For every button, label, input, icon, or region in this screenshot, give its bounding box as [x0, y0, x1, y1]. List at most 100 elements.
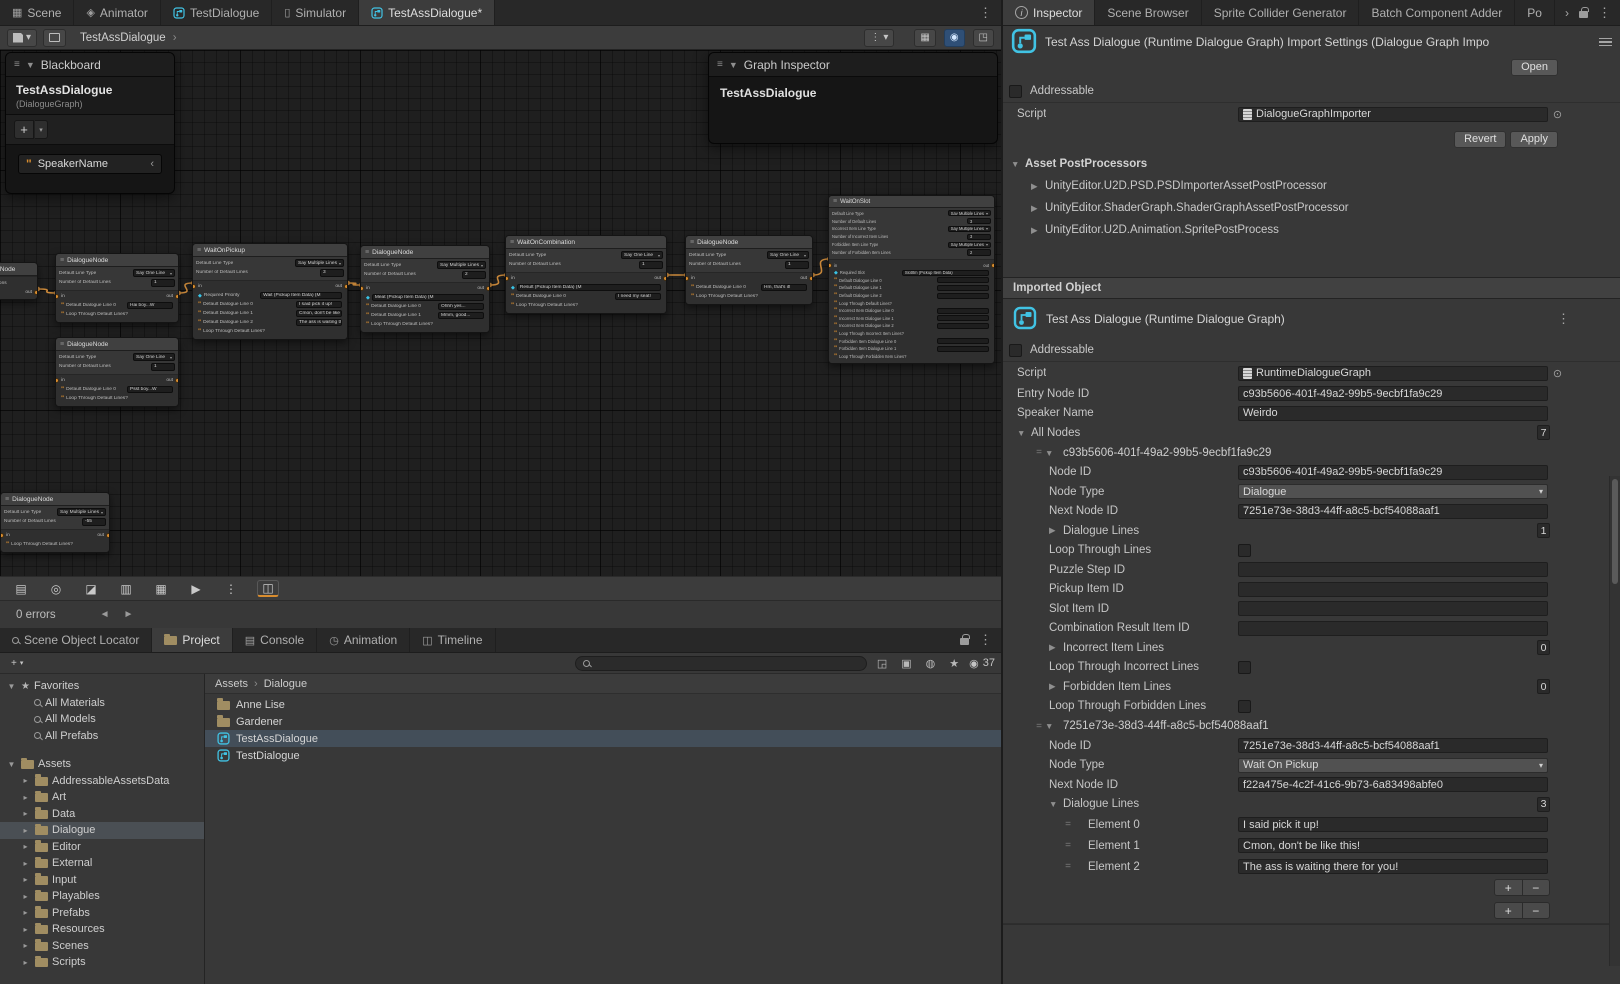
presets-icon[interactable] — [1599, 38, 1612, 47]
graph-inspector-panel[interactable]: ≡ ▼ Graph Inspector TestAssDialogue — [708, 52, 998, 144]
edge[interactable] — [179, 283, 193, 293]
tab-inspector[interactable]: iInspector — [1003, 0, 1095, 25]
tree-folder-editor[interactable]: ▸Editor — [0, 839, 204, 856]
apply-button[interactable]: Apply — [1510, 131, 1558, 148]
port-in[interactable] — [828, 263, 832, 268]
property-row-puzzle-step-id[interactable]: Puzzle Step ID — [1003, 560, 1620, 580]
property-row-element-0[interactable]: =Element 0I said pick it up! — [1003, 814, 1620, 835]
console-panel-icon[interactable]: ▤ — [12, 582, 30, 596]
node-line-field[interactable]: Ohhh yes... — [438, 303, 484, 310]
frame-selection-icon[interactable]: ◳ — [973, 29, 994, 47]
port-out[interactable] — [34, 290, 38, 295]
node-number-field[interactable]: 2 — [462, 271, 486, 279]
text-field[interactable]: c93b5606-401f-49a2-99b5-9ecbf1fa9c29 — [1238, 465, 1548, 480]
tree-folder-scenes[interactable]: ▸Scenes — [0, 938, 204, 955]
text-field[interactable] — [1238, 601, 1548, 616]
prev-error-button[interactable]: ◄ — [100, 609, 110, 620]
tools-icon[interactable]: ◪ — [82, 582, 100, 596]
array-remove-button[interactable]: − — [1523, 880, 1550, 895]
port-out[interactable] — [106, 533, 110, 538]
graph-canvas[interactable]: ≡StartNodeConnectionsout ≡DialogueNodeDef… — [0, 50, 1001, 576]
tab-testdialogue[interactable]: TestDialogue — [161, 0, 272, 25]
text-field[interactable]: 7251e73e-38d3-44ff-a8c5-bcf54088aaf1 — [1238, 504, 1548, 519]
tab-console[interactable]: ▤Console — [233, 628, 317, 652]
node-dropdown[interactable]: Say One Line▾ — [767, 251, 809, 259]
node-object-field[interactable]: Result (Pickup Item Data) (M — [517, 284, 661, 291]
graph-node-dialoguenode[interactable]: ≡DialogueNodeDefault Line TypeSay Multip… — [360, 245, 490, 333]
project-breadcrumb[interactable]: Assets › Dialogue — [205, 674, 1001, 694]
hidden-items-icon[interactable]: ◍ — [926, 657, 936, 670]
property-row-loop-through-forbidden-lines[interactable]: Loop Through Forbidden Lines — [1003, 697, 1620, 717]
inspector-lock-icon[interactable] — [1579, 11, 1588, 18]
checkbox[interactable] — [1238, 661, 1251, 674]
port-out[interactable] — [486, 286, 490, 291]
graph-node-waitonslot[interactable]: ≡WaitOnSlotDefault Line TypeSay Multiple… — [828, 195, 995, 364]
project-item-gardener[interactable]: Gardener — [205, 713, 1001, 730]
port-in[interactable] — [360, 286, 364, 291]
tab-batch-component-adder[interactable]: Batch Component Adder — [1359, 0, 1515, 25]
property-row-node-id[interactable]: Node IDc93b5606-401f-49a2-99b5-9ecbf1fa9… — [1003, 463, 1620, 483]
live-toggle-icon[interactable]: ◫ — [257, 580, 279, 597]
property-row-slot-item-id[interactable]: Slot Item ID — [1003, 599, 1620, 619]
inspector-menu-icon[interactable]: ⋮ — [1598, 5, 1611, 21]
script-field[interactable]: DialogueGraphImporter — [1238, 107, 1548, 122]
object-picker-icon[interactable]: ⊙ — [1551, 108, 1564, 121]
port-out[interactable] — [991, 263, 995, 268]
tab-animation[interactable]: ◷Animation — [317, 628, 410, 652]
graph-options-button[interactable]: ⋮ ▾ — [864, 29, 894, 47]
favorite-all-materials[interactable]: All Materials — [0, 695, 204, 712]
port-out[interactable] — [175, 294, 179, 299]
save-button[interactable]: ▾ — [7, 29, 37, 47]
script-field[interactable]: RuntimeDialogueGraph — [1238, 366, 1548, 381]
revert-button[interactable]: Revert — [1454, 131, 1506, 148]
port-in[interactable] — [0, 533, 4, 538]
property-row-incorrect-item-lines[interactable]: ▶Incorrect Item Lines0 — [1003, 638, 1620, 658]
node-line-field[interactable]: Hm, that's it! — [761, 284, 807, 291]
property-row-loop-through-incorrect-lines[interactable]: Loop Through Incorrect Lines — [1003, 658, 1620, 678]
tree-folder-playables[interactable]: ▸Playables — [0, 888, 204, 905]
text-field[interactable]: Cmon, don't be like this! — [1238, 838, 1548, 853]
node-line-field[interactable]: Psst boy...W — [127, 386, 173, 393]
node-dropdown[interactable]: Say Multiple Lines▾ — [948, 210, 991, 216]
checkbox[interactable] — [1238, 700, 1251, 713]
drag-handle-icon[interactable]: = — [1062, 819, 1074, 830]
port-out[interactable] — [663, 276, 667, 281]
project-item-testdialogue[interactable]: TestDialogue — [205, 747, 1001, 764]
favorites-root[interactable]: ▼★Favorites — [0, 678, 204, 695]
graph-node-startnode[interactable]: ≡StartNodeConnectionsout — [0, 262, 38, 300]
blackboard-header[interactable]: ≡ ▼ Blackboard — [6, 53, 174, 77]
graph-node-dialoguenode[interactable]: ≡DialogueNodeDefault Line TypeSay Multip… — [0, 492, 110, 553]
node-dropdown[interactable]: Say One Line▾ — [621, 251, 663, 259]
tab-scene-object-locator[interactable]: Scene Object Locator — [0, 628, 152, 652]
add-variable-button[interactable]: + — [14, 120, 34, 139]
graph-node-waitonpickup[interactable]: ≡WaitOnPickupDefault Line TypeSay Multip… — [192, 243, 348, 340]
graph-inspector-header[interactable]: ≡ ▼ Graph Inspector — [709, 53, 997, 77]
breadcrumb-dialogue[interactable]: Dialogue — [264, 678, 307, 690]
drag-handle-icon[interactable]: = — [1033, 721, 1045, 732]
tree-folder-input[interactable]: ▸Input — [0, 872, 204, 889]
array-size-field[interactable]: 7 — [1537, 425, 1550, 440]
breadcrumb[interactable]: TestAssDialogue › — [80, 32, 177, 44]
property-row-node-type[interactable]: Node TypeDialogue▾ — [1003, 482, 1620, 502]
add-variable-caret-icon[interactable]: ▾ — [35, 120, 48, 139]
node-number-field[interactable]: 3 — [320, 269, 344, 277]
port-in[interactable] — [192, 284, 196, 289]
property-row-combination-result-item-id[interactable]: Combination Result Item ID — [1003, 619, 1620, 639]
breadcrumb-assets[interactable]: Assets — [215, 678, 248, 690]
node-line-field[interactable] — [937, 338, 989, 344]
port-in[interactable] — [55, 294, 59, 299]
port-out[interactable] — [344, 284, 348, 289]
tree-folder-art[interactable]: ▸Art — [0, 789, 204, 806]
graph-node-dialoguenode[interactable]: ≡DialogueNodeDefault Line TypeSay One Li… — [55, 253, 179, 323]
graph-node-dialoguenode[interactable]: ≡DialogueNodeDefault Line TypeSay One Li… — [55, 337, 179, 407]
port-in[interactable] — [685, 276, 689, 281]
node-line-field[interactable] — [937, 293, 989, 299]
port-in[interactable] — [505, 276, 509, 281]
fold-open-icon[interactable]: ▼ — [1049, 799, 1063, 809]
graph-inspector-fold-icon[interactable]: ▼ — [729, 60, 738, 70]
fold-closed-icon[interactable]: ▶ — [1049, 525, 1063, 536]
port-out[interactable] — [809, 276, 813, 281]
array-size-field[interactable]: 0 — [1537, 679, 1550, 694]
next-error-button[interactable]: ► — [124, 609, 134, 620]
more-icon[interactable]: ⋮ — [222, 582, 240, 596]
